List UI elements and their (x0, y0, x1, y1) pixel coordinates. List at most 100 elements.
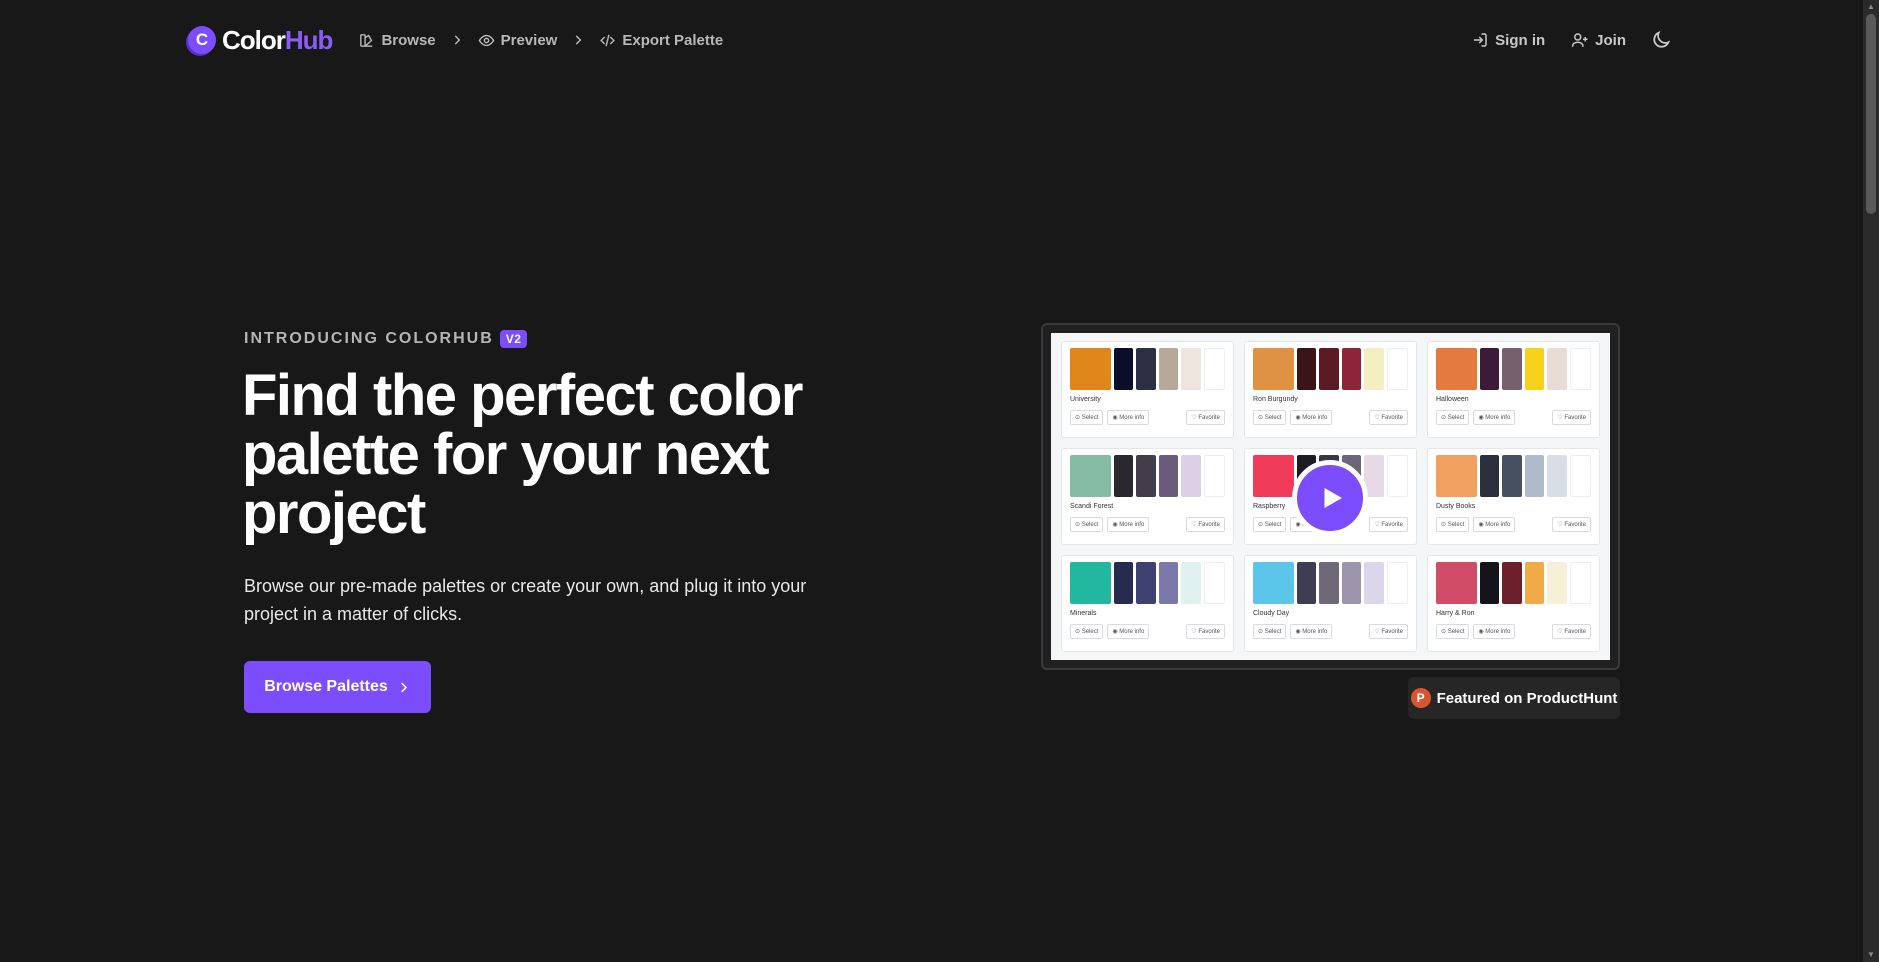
color-swatch (1203, 455, 1225, 497)
mini-button-label: Favorite (1198, 522, 1220, 528)
check-circle-icon: ⊙ (1075, 522, 1082, 528)
play-button[interactable] (1292, 460, 1368, 536)
version-badge: V2 (499, 330, 528, 348)
hero-subtext: Browse our pre-made palettes or create y… (244, 576, 807, 624)
color-swatch (1341, 348, 1362, 390)
breadcrumb-browse-label: Browse (381, 31, 436, 49)
palette-card: University ⊙ Select ◉ More info ♡ Favorite (1061, 341, 1234, 438)
palette-more-info-button: ◉ More info (1473, 410, 1516, 425)
palette-swatches (1253, 562, 1408, 604)
mini-button-label: Select (1081, 629, 1099, 635)
breadcrumb-export-label: Export Palette (622, 31, 724, 49)
palette-card: Cloudy Day ⊙ Select ◉ More info ♡ Favorite (1244, 555, 1417, 652)
check-circle-icon: ⊙ (1075, 415, 1082, 421)
color-swatch (1070, 562, 1111, 604)
mini-button-label: Select (1081, 415, 1099, 421)
palette-actions: ⊙ Select◉ More info♡ Favorite (1253, 410, 1408, 425)
breadcrumb-preview-label: Preview (500, 31, 558, 49)
palette-select-button: ⊙ Select (1436, 624, 1470, 639)
color-swatch (1547, 348, 1567, 390)
mini-button-label: Favorite (1198, 629, 1220, 635)
browse-palettes-button[interactable]: Browse Palettes (244, 661, 431, 713)
palette-more-info-button: ◉ More info (1473, 517, 1516, 532)
scroll-down-icon[interactable]: ▼ (1866, 950, 1876, 960)
color-swatch (1569, 562, 1591, 604)
breadcrumb-browse[interactable]: Browse (358, 31, 436, 49)
breadcrumb-export[interactable]: Export Palette (599, 32, 723, 49)
palette-select-button: ⊙ Select (1070, 410, 1104, 425)
sign-in-icon (1474, 33, 1487, 47)
mini-button-label: Favorite (1381, 522, 1403, 528)
color-swatch (1436, 348, 1477, 390)
producthunt-badge[interactable]: P Featured on ProductHunt (1408, 677, 1620, 719)
palette-actions: ⊙ Select◉ More info♡ Favorite (1436, 410, 1591, 425)
scrollbar[interactable]: ▲ ▼ (1863, 0, 1879, 962)
palette-more-info-button: ◉ More info (1107, 410, 1150, 425)
palette-name: Cloudy Day (1253, 610, 1290, 617)
color-swatch (1569, 348, 1591, 390)
mini-button-label: Select (1447, 415, 1465, 421)
palette-select-button: ⊙ Select (1436, 517, 1470, 532)
top-nav: C ColorHub Browse Preview Export Palette… (188, 22, 1672, 58)
color-swatch (1547, 455, 1567, 497)
join-link[interactable]: Join (1571, 31, 1626, 49)
color-swatch (1296, 348, 1317, 390)
scroll-thumb[interactable] (1866, 14, 1876, 214)
palette-select-button: ⊙ Select (1253, 517, 1287, 532)
mini-button-label: More info (1485, 415, 1511, 421)
color-swatch (1547, 562, 1567, 604)
mini-button-label: Favorite (1381, 415, 1403, 421)
sign-in-link[interactable]: Sign in (1471, 31, 1545, 49)
palette-card: Harry & Ron ⊙ Select ◉ More info ♡ Favorite (1427, 555, 1600, 652)
check-circle-icon: ⊙ (1441, 415, 1448, 421)
palette-favorite-button: ♡ Favorite (1552, 624, 1591, 639)
logo-text-color: Color (222, 24, 286, 55)
chevron-right-icon (571, 33, 585, 47)
palette-actions: ⊙ Select◉ More info♡ Favorite (1070, 410, 1225, 425)
palette-actions: ⊙ Select◉ More info♡ Favorite (1070, 517, 1225, 532)
mini-button-label: Select (1264, 522, 1282, 528)
palette-icon (360, 33, 373, 47)
palette-favorite-button: ♡ Favorite (1552, 517, 1591, 532)
palette-select-button: ⊙ Select (1253, 624, 1287, 639)
palette-card: Dusty Books ⊙ Select ◉ More info ♡ Favorite (1427, 448, 1600, 545)
color-swatch (1158, 455, 1179, 497)
mini-button-label: Favorite (1564, 522, 1586, 528)
scroll-up-icon[interactable]: ▲ (1866, 2, 1876, 12)
mini-button-label: More info (1302, 415, 1328, 421)
mini-button-label: Favorite (1564, 629, 1586, 635)
palette-swatches (1070, 348, 1225, 390)
color-swatch (1569, 455, 1591, 497)
logo-text-hub: Hub (284, 24, 334, 55)
color-swatch (1386, 455, 1408, 497)
color-swatch (1113, 348, 1134, 390)
mini-button-label: Select (1447, 629, 1465, 635)
mini-button-label: More info (1119, 522, 1145, 528)
logo[interactable]: C ColorHub (188, 24, 334, 56)
mini-button-label: Favorite (1564, 415, 1586, 421)
color-swatch (1524, 455, 1545, 497)
browse-palettes-label: Browse Palettes (264, 678, 388, 695)
palette-swatches (1253, 348, 1408, 390)
palette-favorite-button: ♡ Favorite (1369, 624, 1408, 639)
color-swatch (1181, 348, 1201, 390)
eyebrow-text: INTRODUCING COLORHUB (244, 330, 494, 347)
palette-favorite-button: ♡ Favorite (1369, 517, 1408, 532)
color-swatch (1203, 348, 1225, 390)
palette-swatches (1436, 562, 1591, 604)
palette-select-button: ⊙ Select (1070, 624, 1104, 639)
breadcrumb-preview[interactable]: Preview (478, 31, 558, 49)
hero-headline: Find the perfect color palette for your … (242, 363, 803, 546)
color-swatch (1319, 562, 1339, 604)
mini-button-label: Favorite (1198, 415, 1220, 421)
color-swatch (1136, 348, 1156, 390)
palette-name: University (1070, 396, 1101, 403)
color-swatch (1479, 348, 1500, 390)
color-swatch (1070, 455, 1111, 497)
mini-button-label: More info (1302, 629, 1328, 635)
palette-card: Scandi Forest ⊙ Select ◉ More info ♡ Favori… (1061, 448, 1234, 545)
theme-toggle[interactable] (1650, 29, 1672, 51)
palette-more-info-button: ◉ More info (1473, 624, 1516, 639)
palette-name: Minerals (1070, 610, 1097, 617)
play-icon (1324, 488, 1342, 508)
